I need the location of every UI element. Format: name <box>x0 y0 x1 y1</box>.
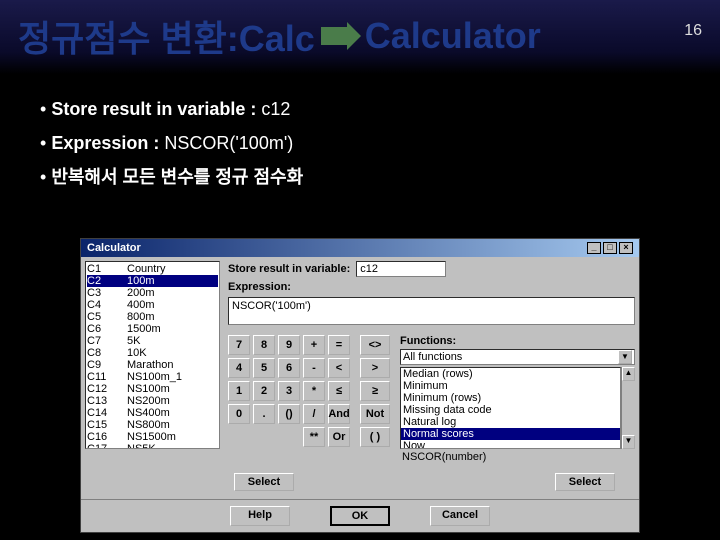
chevron-down-icon[interactable]: ▼ <box>618 350 632 364</box>
page-number: 16 <box>684 22 702 40</box>
close-icon[interactable]: × <box>619 242 633 254</box>
function-item[interactable]: Minimum <box>401 380 620 392</box>
keypad-button[interactable]: 9 <box>278 335 300 355</box>
function-item[interactable]: Natural log <box>401 416 620 428</box>
scroll-up-icon[interactable]: ▲ <box>622 367 635 381</box>
comparison-column: <> > ≥ Not ( ) <box>360 335 390 463</box>
function-filter-value: All functions <box>403 351 462 363</box>
comparison-button[interactable]: > <box>360 358 390 378</box>
column-row[interactable]: C2100m <box>87 275 218 287</box>
ok-button[interactable]: OK <box>330 506 390 526</box>
titlebar[interactable]: Calculator _ □ × <box>81 239 639 257</box>
bullet-3: 반복해서 모든 변수를 정규 점수화 <box>40 160 680 194</box>
column-list[interactable]: C1CountryC2100mC3200mC4400mC5800mC61500m… <box>85 261 220 449</box>
column-row[interactable]: C12NS100m <box>87 383 218 395</box>
column-row[interactable]: C1Country <box>87 263 218 275</box>
keypad-button[interactable]: 4 <box>228 358 250 378</box>
keypad-button[interactable]: 7 <box>228 335 250 355</box>
store-input[interactable]: c12 <box>356 261 446 277</box>
function-item[interactable]: Median (rows) <box>401 368 620 380</box>
maximize-icon[interactable]: □ <box>603 242 617 254</box>
select-column-button[interactable]: Select <box>234 473 294 491</box>
function-item[interactable]: Normal scores <box>401 428 620 440</box>
title-before: 정규점수 변환:Calc <box>18 10 315 62</box>
comparison-button[interactable]: <> <box>360 335 390 355</box>
column-row[interactable]: C11NS100m_1 <box>87 371 218 383</box>
help-button[interactable]: Help <box>230 506 290 526</box>
function-filter-dropdown[interactable]: All functions ▼ <box>400 349 635 365</box>
column-row[interactable]: C16NS1500m <box>87 431 218 443</box>
function-signature: NSCOR(number) <box>400 451 635 463</box>
keypad-button[interactable]: - <box>303 358 325 378</box>
column-row[interactable]: C75K <box>87 335 218 347</box>
minimize-icon[interactable]: _ <box>587 242 601 254</box>
column-row[interactable]: C13NS200m <box>87 395 218 407</box>
scroll-down-icon[interactable]: ▼ <box>622 435 635 449</box>
keypad-button[interactable]: () <box>278 404 300 424</box>
keypad-button[interactable]: 5 <box>253 358 275 378</box>
title-after: Calculator <box>365 15 541 57</box>
function-item[interactable]: Now <box>401 440 620 449</box>
bullet-1: Store result in variable : c12 <box>40 92 680 126</box>
cancel-button[interactable]: Cancel <box>430 506 490 526</box>
slide-title: 정규점수 변환:Calc Calculator <box>0 0 720 74</box>
keypad-button[interactable]: * <box>303 381 325 401</box>
comparison-button[interactable]: Not <box>360 404 390 424</box>
keypad-button[interactable]: Or <box>328 427 350 447</box>
comparison-button[interactable]: ≥ <box>360 381 390 401</box>
expression-label: Expression: <box>228 281 635 293</box>
keypad-button[interactable]: + <box>303 335 325 355</box>
expression-input[interactable]: NSCOR('100m') <box>228 297 635 325</box>
column-row[interactable]: C3200m <box>87 287 218 299</box>
keypad-button[interactable]: 3 <box>278 381 300 401</box>
bullet-list: Store result in variable : c12 Expressio… <box>0 74 720 201</box>
keypad-button[interactable]: 0 <box>228 404 250 424</box>
column-row[interactable]: C14NS400m <box>87 407 218 419</box>
function-list[interactable]: Median (rows)MinimumMinimum (rows)Missin… <box>400 367 621 449</box>
column-row[interactable]: C15NS800m <box>87 419 218 431</box>
keypad-button[interactable]: 1 <box>228 381 250 401</box>
store-label: Store result in variable: <box>228 263 350 275</box>
keypad-button[interactable]: 2 <box>253 381 275 401</box>
window-title: Calculator <box>87 242 141 254</box>
keypad-button[interactable]: And <box>328 404 350 424</box>
bullet-2: Expression : NSCOR('100m') <box>40 126 680 160</box>
keypad-button[interactable]: ≤ <box>328 381 350 401</box>
keypad-button[interactable]: 8 <box>253 335 275 355</box>
column-row[interactable]: C810K <box>87 347 218 359</box>
function-item[interactable]: Missing data code <box>401 404 620 416</box>
select-function-button[interactable]: Select <box>555 473 615 491</box>
column-row[interactable]: C61500m <box>87 323 218 335</box>
column-row[interactable]: C17NS5K <box>87 443 218 449</box>
keypad-button[interactable]: < <box>328 358 350 378</box>
column-row[interactable]: C9Marathon <box>87 359 218 371</box>
keypad-button[interactable]: . <box>253 404 275 424</box>
function-item[interactable]: Minimum (rows) <box>401 392 620 404</box>
keypad-button[interactable]: = <box>328 335 350 355</box>
keypad-button[interactable]: / <box>303 404 325 424</box>
keypad-button[interactable]: ** <box>303 427 325 447</box>
keypad-button[interactable]: 6 <box>278 358 300 378</box>
calculator-window: Calculator _ □ × C1CountryC2100mC3200mC4… <box>80 238 640 533</box>
column-row[interactable]: C4400m <box>87 299 218 311</box>
scrollbar[interactable]: ▲ ▼ <box>621 367 635 449</box>
keypad: 789+= 456-<123*≤0.()/And**Or <box>228 335 350 463</box>
arrow-right-icon <box>321 27 349 45</box>
comparison-button[interactable]: ( ) <box>360 427 390 447</box>
functions-label: Functions: <box>400 335 635 347</box>
column-row[interactable]: C5800m <box>87 311 218 323</box>
